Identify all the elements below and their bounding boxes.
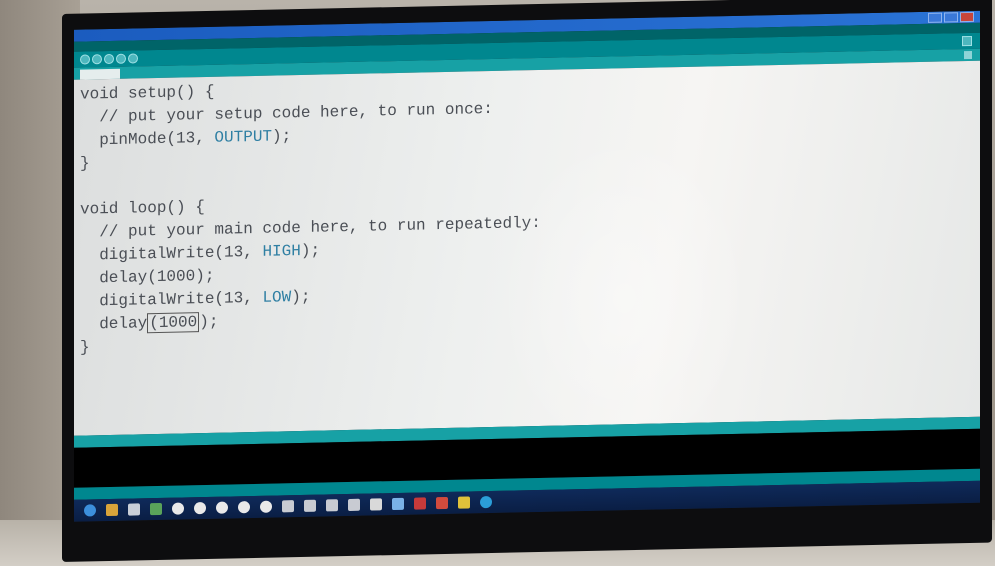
- app-icon[interactable]: [260, 500, 272, 513]
- code-text: pinMode(13,: [80, 128, 215, 150]
- monitor: void setup() { // put your setup code he…: [62, 0, 992, 562]
- file-explorer-icon[interactable]: [106, 503, 118, 517]
- app-icon[interactable]: [392, 497, 404, 511]
- tab-menu-icon[interactable]: [964, 50, 972, 60]
- verify-icon[interactable]: [80, 54, 90, 65]
- app-icon[interactable]: [480, 495, 492, 509]
- app-icon[interactable]: [348, 498, 360, 512]
- minimize-button[interactable]: [928, 12, 942, 23]
- code-editor[interactable]: void setup() { // put your setup code he…: [74, 60, 980, 436]
- maximize-button[interactable]: [944, 12, 958, 23]
- save-icon[interactable]: [128, 53, 138, 64]
- app-icon[interactable]: [414, 497, 426, 510]
- code-constant: OUTPUT: [214, 127, 273, 147]
- app-icon[interactable]: [194, 501, 206, 515]
- open-icon[interactable]: [116, 53, 126, 64]
- system-tray: [700, 485, 900, 489]
- app-icon[interactable]: [128, 503, 140, 516]
- new-icon[interactable]: [104, 53, 114, 65]
- app-icon[interactable]: [282, 500, 294, 513]
- code-text: digitalWrite(13,: [80, 242, 263, 265]
- start-icon[interactable]: [84, 504, 96, 517]
- code-text: );: [300, 241, 321, 260]
- text-cursor-selection: (1000: [147, 312, 200, 334]
- serial-monitor-icon[interactable]: [962, 35, 972, 47]
- code-text: delay: [80, 314, 148, 334]
- close-button[interactable]: [960, 11, 974, 23]
- code-constant: HIGH: [262, 241, 301, 261]
- app-icon[interactable]: [436, 496, 448, 510]
- app-icon[interactable]: [238, 501, 250, 514]
- app-icon[interactable]: [458, 496, 470, 509]
- app-icon[interactable]: [326, 499, 338, 512]
- app-icon[interactable]: [370, 498, 382, 511]
- upload-icon[interactable]: [92, 54, 102, 65]
- code-text: );: [272, 127, 292, 146]
- app-icon[interactable]: [150, 502, 162, 516]
- screen: void setup() { // put your setup code he…: [74, 10, 980, 522]
- app-icon[interactable]: [304, 499, 316, 512]
- code-block: void setup() { // put your setup code he…: [80, 74, 541, 360]
- app-icon[interactable]: [172, 502, 184, 515]
- app-icon[interactable]: [216, 501, 228, 514]
- code-text: );: [199, 312, 219, 332]
- code-text: digitalWrite(13,: [80, 288, 263, 311]
- code-text: );: [291, 287, 311, 307]
- code-constant: LOW: [262, 288, 292, 307]
- window-controls: [928, 11, 974, 23]
